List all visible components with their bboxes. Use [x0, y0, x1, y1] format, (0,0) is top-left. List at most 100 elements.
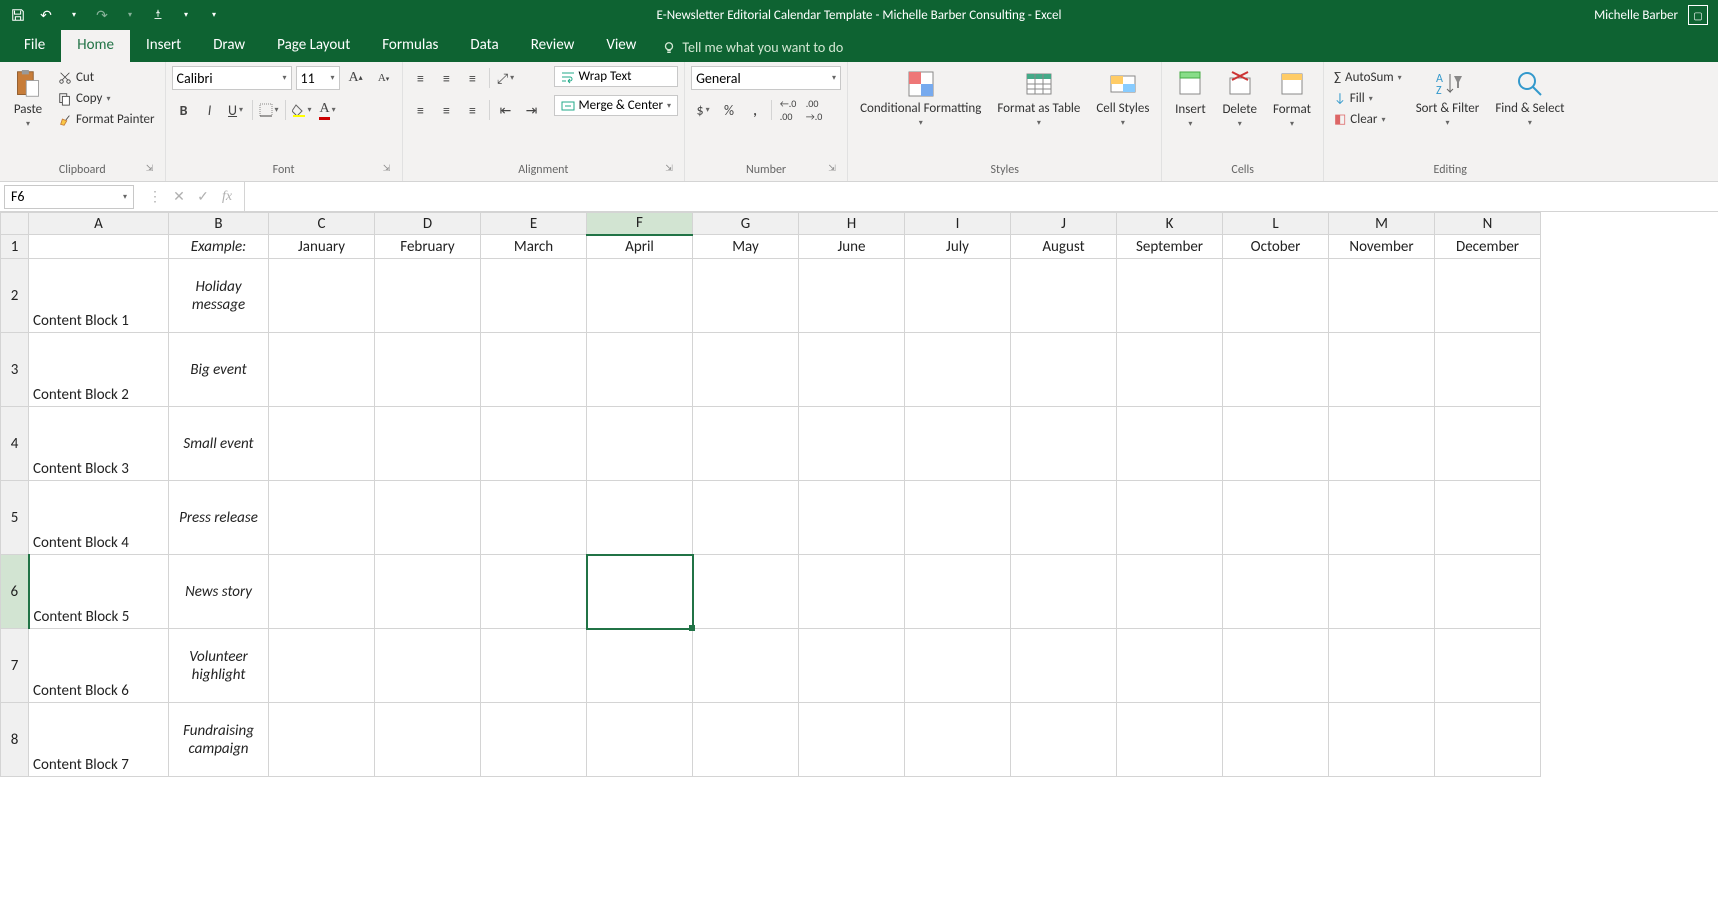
underline-button[interactable]: U — [224, 98, 248, 122]
column-header-A[interactable]: A — [29, 213, 169, 235]
cell-E4[interactable] — [481, 407, 587, 481]
clear-button[interactable]: ◧Clear ▾ — [1330, 110, 1406, 129]
row-header-6[interactable]: 6 — [1, 555, 29, 629]
touch-mode-button[interactable] — [146, 3, 170, 27]
cell-N8[interactable] — [1435, 703, 1541, 777]
font-size-combo[interactable]: 11▾ — [296, 66, 340, 90]
orientation-button[interactable]: ⤢ — [494, 66, 518, 90]
delete-cells-button[interactable]: Delete▾ — [1216, 66, 1263, 131]
cell-H3[interactable] — [799, 333, 905, 407]
align-middle-button[interactable]: ≡ — [435, 66, 459, 90]
cell-C7[interactable] — [269, 629, 375, 703]
cell-J6[interactable] — [1011, 555, 1117, 629]
cell-N3[interactable] — [1435, 333, 1541, 407]
font-color-button[interactable]: A — [316, 98, 340, 122]
tab-data[interactable]: Data — [454, 28, 514, 62]
cell-I1[interactable]: July — [905, 235, 1011, 259]
cell-styles-button[interactable]: Cell Styles▾ — [1090, 66, 1155, 130]
cell-M5[interactable] — [1329, 481, 1435, 555]
undo-dropdown[interactable]: ▾ — [62, 3, 86, 27]
align-bottom-button[interactable]: ≡ — [461, 66, 485, 90]
tab-draw[interactable]: Draw — [197, 28, 261, 62]
align-top-button[interactable]: ≡ — [409, 66, 433, 90]
merge-center-button[interactable]: Merge & Center ▾ — [554, 95, 679, 116]
autosum-button[interactable]: ∑AutoSum ▾ — [1330, 68, 1406, 87]
cell-H7[interactable] — [799, 629, 905, 703]
cell-L6[interactable] — [1223, 555, 1329, 629]
insert-cells-button[interactable]: Insert▾ — [1168, 66, 1212, 131]
fill-button[interactable]: ↓Fill ▾ — [1330, 89, 1406, 108]
cell-D1[interactable]: February — [375, 235, 481, 259]
row-header-3[interactable]: 3 — [1, 333, 29, 407]
cell-G1[interactable]: May — [693, 235, 799, 259]
cell-F6[interactable] — [587, 555, 693, 629]
cell-E6[interactable] — [481, 555, 587, 629]
clipboard-launcher[interactable]: ⇲ — [143, 163, 157, 177]
decrease-decimal-button[interactable]: .00→.0 — [802, 98, 826, 122]
cell-G7[interactable] — [693, 629, 799, 703]
column-header-G[interactable]: G — [693, 213, 799, 235]
cell-K6[interactable] — [1117, 555, 1223, 629]
format-as-table-button[interactable]: Format as Table▾ — [991, 66, 1086, 130]
cell-L8[interactable] — [1223, 703, 1329, 777]
worksheet-grid[interactable]: ABCDEFGHIJKLMN1Example:JanuaryFebruaryMa… — [0, 212, 1718, 910]
cell-I4[interactable] — [905, 407, 1011, 481]
cell-H1[interactable]: June — [799, 235, 905, 259]
cell-K5[interactable] — [1117, 481, 1223, 555]
cell-K4[interactable] — [1117, 407, 1223, 481]
cell-C2[interactable] — [269, 259, 375, 333]
font-launcher[interactable]: ⇲ — [380, 163, 394, 177]
alignment-launcher[interactable]: ⇲ — [662, 163, 676, 177]
cell-N1[interactable]: December — [1435, 235, 1541, 259]
cell-B5[interactable]: Press release — [169, 481, 269, 555]
align-left-button[interactable]: ≡ — [409, 98, 433, 122]
cell-L7[interactable] — [1223, 629, 1329, 703]
redo-button[interactable]: ↷ — [90, 3, 114, 27]
cell-G5[interactable] — [693, 481, 799, 555]
cell-K2[interactable] — [1117, 259, 1223, 333]
cell-A4[interactable]: Content Block 3 — [29, 407, 169, 481]
cell-F3[interactable] — [587, 333, 693, 407]
bold-button[interactable]: B — [172, 98, 196, 122]
cell-G8[interactable] — [693, 703, 799, 777]
cell-D6[interactable] — [375, 555, 481, 629]
column-header-E[interactable]: E — [481, 213, 587, 235]
tab-review[interactable]: Review — [515, 28, 591, 62]
cell-F5[interactable] — [587, 481, 693, 555]
percent-format-button[interactable]: % — [717, 98, 741, 122]
format-cells-button[interactable]: Format▾ — [1267, 66, 1317, 131]
wrap-text-button[interactable]: Wrap Text — [554, 66, 679, 87]
cell-M2[interactable] — [1329, 259, 1435, 333]
tab-page-layout[interactable]: Page Layout — [261, 28, 366, 62]
row-header-2[interactable]: 2 — [1, 259, 29, 333]
cell-F2[interactable] — [587, 259, 693, 333]
cell-A6[interactable]: Content Block 5 — [29, 555, 169, 629]
row-header-1[interactable]: 1 — [1, 235, 29, 259]
cell-G4[interactable] — [693, 407, 799, 481]
cell-A1[interactable] — [29, 235, 169, 259]
cell-A2[interactable]: Content Block 1 — [29, 259, 169, 333]
cell-B4[interactable]: Small event — [169, 407, 269, 481]
cell-N7[interactable] — [1435, 629, 1541, 703]
row-header-7[interactable]: 7 — [1, 629, 29, 703]
cell-H5[interactable] — [799, 481, 905, 555]
row-header-8[interactable]: 8 — [1, 703, 29, 777]
find-select-button[interactable]: Find & Select▾ — [1489, 66, 1570, 130]
tab-home[interactable]: Home — [61, 28, 130, 62]
italic-button[interactable]: I — [198, 98, 222, 122]
fill-color-button[interactable] — [290, 98, 314, 122]
number-launcher[interactable]: ⇲ — [825, 163, 839, 177]
cell-D5[interactable] — [375, 481, 481, 555]
ribbon-display-options[interactable]: ▢ — [1688, 5, 1708, 25]
column-header-L[interactable]: L — [1223, 213, 1329, 235]
cell-F7[interactable] — [587, 629, 693, 703]
cell-J4[interactable] — [1011, 407, 1117, 481]
cell-H2[interactable] — [799, 259, 905, 333]
cell-I2[interactable] — [905, 259, 1011, 333]
cell-B8[interactable]: Fundraising campaign — [169, 703, 269, 777]
cut-button[interactable]: Cut — [54, 68, 159, 87]
cell-I3[interactable] — [905, 333, 1011, 407]
cell-L1[interactable]: October — [1223, 235, 1329, 259]
cell-M8[interactable] — [1329, 703, 1435, 777]
column-header-N[interactable]: N — [1435, 213, 1541, 235]
